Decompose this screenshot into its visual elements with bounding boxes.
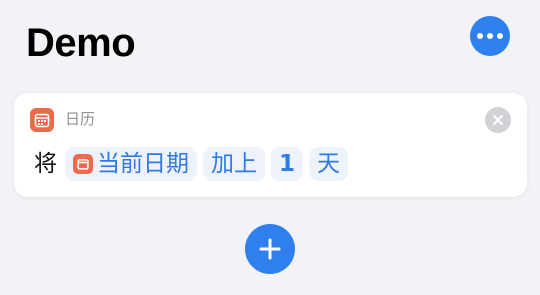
operation-token[interactable]: 加上 [203, 147, 265, 181]
more-button[interactable] [470, 16, 510, 56]
date-variable-token[interactable]: 当前日期 [65, 147, 197, 181]
remove-action-button[interactable] [485, 107, 511, 133]
action-card[interactable]: 日历 将 当前日期 加上 1 天 [14, 93, 527, 197]
amount-token[interactable]: 1 [271, 147, 304, 181]
action-parameters: 将 当前日期 加上 1 天 [34, 146, 354, 182]
unit-token[interactable]: 天 [309, 147, 349, 181]
plus-icon [259, 238, 281, 260]
add-action-button[interactable] [245, 224, 295, 274]
close-icon [493, 115, 503, 125]
page-title: Demo [26, 21, 136, 65]
action-prefix: 将 [34, 151, 57, 177]
calendar-icon [73, 154, 93, 174]
calendar-icon [30, 108, 54, 132]
ellipsis-icon [477, 33, 483, 39]
ellipsis-dot [497, 33, 503, 39]
ellipsis-dot [487, 33, 493, 39]
variable-label: 当前日期 [97, 151, 189, 177]
app-name-label: 日历 [65, 110, 96, 128]
